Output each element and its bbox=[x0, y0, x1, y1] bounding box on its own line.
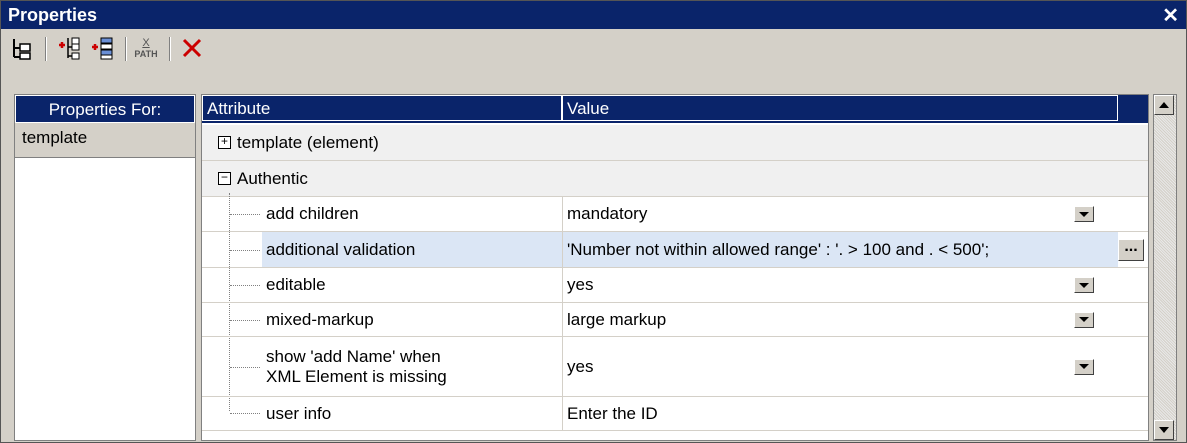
scroll-down-icon[interactable] bbox=[1154, 420, 1174, 440]
window-title: Properties bbox=[8, 5, 98, 25]
add-child-icon[interactable] bbox=[87, 33, 117, 63]
attribute-name-line1: show 'add Name' when bbox=[266, 346, 441, 366]
group-row-authentic[interactable]: − Authentic bbox=[202, 161, 1148, 197]
collapse-minus-icon[interactable]: − bbox=[218, 172, 231, 185]
attribute-name: add children bbox=[266, 204, 359, 223]
scroll-up-icon[interactable] bbox=[1154, 95, 1174, 115]
attribute-row[interactable]: show 'add Name' when XML Element is miss… bbox=[202, 337, 1148, 397]
group-row-template-element[interactable]: + template (element) bbox=[202, 125, 1148, 161]
column-header-attribute[interactable]: Attribute bbox=[202, 95, 562, 121]
attribute-row[interactable]: editable yes bbox=[202, 268, 1148, 303]
attribute-row[interactable]: add children mandatory bbox=[202, 197, 1148, 232]
title-bar: Properties ✕ bbox=[1, 1, 1186, 29]
properties-window: Properties ✕ X PATH Properties For: temp… bbox=[0, 0, 1187, 443]
attribute-name: mixed-markup bbox=[266, 309, 374, 329]
dropdown-arrow-icon[interactable] bbox=[1074, 311, 1094, 328]
column-header-value[interactable]: Value bbox=[562, 95, 1118, 121]
attribute-value: large markup bbox=[567, 309, 667, 329]
attribute-row[interactable]: user info Enter the ID bbox=[202, 397, 1148, 431]
group-label: template (element) bbox=[237, 132, 379, 152]
attribute-name: user info bbox=[266, 403, 332, 423]
add-sibling-icon[interactable] bbox=[53, 33, 83, 63]
edit-ellipsis-button[interactable]: ... bbox=[1118, 238, 1144, 261]
attribute-name: editable bbox=[266, 275, 326, 294]
attribute-name-line2: XML Element is missing bbox=[266, 366, 447, 386]
attribute-value: yes bbox=[567, 275, 594, 294]
tree-view-icon[interactable] bbox=[7, 33, 37, 63]
attribute-row[interactable]: mixed-markup large markup bbox=[202, 303, 1148, 337]
xpath-icon[interactable]: X PATH bbox=[131, 33, 161, 63]
grid-header: Attribute Value bbox=[202, 95, 1148, 123]
attribute-value[interactable]: 'Number not within allowed range' : '. >… bbox=[567, 240, 989, 260]
vertical-scrollbar[interactable] bbox=[1153, 94, 1177, 441]
dropdown-arrow-icon[interactable] bbox=[1074, 358, 1094, 375]
expand-plus-icon[interactable]: + bbox=[218, 136, 231, 149]
properties-for-item-template[interactable]: template bbox=[15, 123, 195, 158]
toolbar: X PATH bbox=[1, 29, 1186, 87]
group-label: Authentic bbox=[237, 168, 308, 188]
dropdown-arrow-icon[interactable] bbox=[1074, 206, 1094, 222]
close-icon[interactable]: ✕ bbox=[1162, 3, 1179, 28]
attribute-value: mandatory bbox=[567, 204, 648, 223]
attribute-name: additional validation bbox=[266, 239, 416, 259]
attribute-value: Enter the ID bbox=[567, 403, 658, 423]
delete-icon[interactable] bbox=[177, 33, 207, 63]
dropdown-arrow-icon[interactable] bbox=[1074, 277, 1094, 293]
properties-for-pane: Properties For: template bbox=[14, 94, 196, 441]
properties-for-header: Properties For: bbox=[15, 95, 195, 123]
attribute-row-selected[interactable]: additional validation 'Number not within… bbox=[202, 232, 1148, 268]
attribute-grid: Attribute Value + template (element) − A… bbox=[201, 94, 1149, 441]
attribute-value: yes bbox=[567, 356, 594, 376]
